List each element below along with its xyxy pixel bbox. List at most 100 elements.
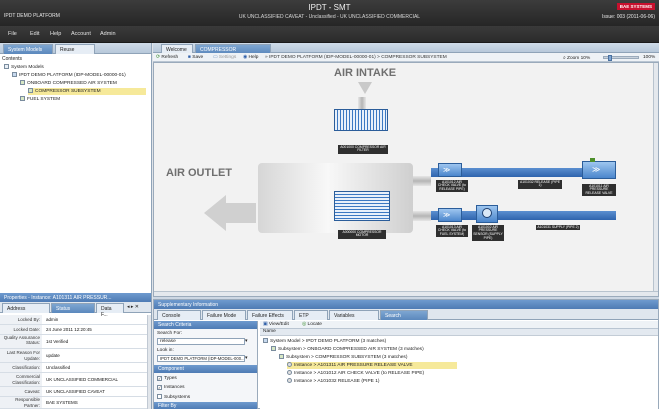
- tab-address[interactable]: Address: [2, 303, 50, 313]
- main-area: Welcome COMPRESSOR SUBSYSTEM ✕ ⟳ Refresh…: [153, 43, 659, 409]
- tab-status[interactable]: Status: [51, 303, 95, 313]
- filter-by-header[interactable]: Filter By: [154, 402, 257, 409]
- diagram-toolbar: ⟳ Refresh ■ Save ▭ Settings ◉ Help » IPD…: [153, 53, 659, 62]
- air-filter-component[interactable]: [334, 109, 388, 131]
- issue-label: Issue: 003 (2011-06-06): [602, 14, 655, 20]
- caveat-banner: UK UNCLASSIFIED CAVEAT - Unclassified - …: [238, 14, 421, 20]
- tree-item-system-models[interactable]: System Models: [4, 64, 44, 71]
- view-edit-button[interactable]: ▣ View/Edit: [263, 322, 289, 327]
- search-input[interactable]: release: [157, 338, 245, 345]
- result-row[interactable]: Instance > A101012 AIR CHECK VALVE (to R…: [287, 370, 424, 377]
- zoom-control[interactable]: ⌕ Zoom 10%: [563, 55, 590, 61]
- search-results-pane: ▣ View/Edit ◎ Locate Name System Model >…: [260, 321, 658, 409]
- tab-data[interactable]: Data F...: [96, 303, 124, 318]
- subsystem-icon: [271, 346, 276, 351]
- search-dropdown-icon[interactable]: ▾: [245, 338, 248, 344]
- result-row[interactable]: Subsystem > COMPRESSOR SUBSYSTEM (3 matc…: [279, 354, 407, 361]
- look-in-select[interactable]: IPDT DEMO PLATFORM (IDP-MODEL-000...: [157, 355, 245, 362]
- supplementary-tabs: Console Failure Mode Failure Effects ETP…: [154, 309, 658, 320]
- settings-button[interactable]: ▭ Settings: [213, 55, 236, 60]
- menu-help[interactable]: Help: [50, 31, 61, 37]
- check-valve-fuel[interactable]: ≫: [438, 208, 462, 222]
- zoom-icon: ⌕: [563, 56, 566, 61]
- checkbox-checked-icon: ✓: [157, 385, 162, 390]
- subsystem-icon: [279, 354, 284, 359]
- results-toolbar: ▣ View/Edit ◎ Locate: [260, 321, 658, 329]
- prop-row-commercial: Commercial Classification: UK UNCLASSIFIE…: [0, 373, 148, 387]
- pressure-release-valve-label[interactable]: A101011 AIR PRESSURE RELEASE VALVE: [582, 184, 616, 197]
- result-row[interactable]: Instance > A101032 RELEASE (PIPE 1): [287, 378, 379, 385]
- result-row-selected[interactable]: Instance > A101311 AIR PRESSURE RELEASE …: [287, 362, 457, 369]
- motor-label[interactable]: A000000 COMPRESSOR MOTOR: [338, 230, 386, 239]
- release-pipe-label[interactable]: A101032 RELEASE (PIPE 1): [518, 180, 562, 189]
- check-valve-release[interactable]: ≫: [438, 163, 462, 177]
- settings-icon: ▭: [213, 55, 218, 60]
- brand-logo: BAE SYSTEMS: [616, 3, 655, 10]
- refresh-button[interactable]: ⟳ Refresh: [156, 55, 178, 60]
- left-panel: System Models Reuse Contents System Mode…: [0, 43, 152, 409]
- tab-reuse[interactable]: Reuse: [55, 44, 95, 54]
- tree-item-compressed-air[interactable]: ONBOARD COMPRESSED AIR SYSTEM: [20, 80, 117, 87]
- types-checkbox[interactable]: ✓ Types: [157, 376, 177, 381]
- tab-system-models[interactable]: System Models: [3, 44, 53, 54]
- app-name: IPDT - SMT: [308, 3, 351, 12]
- look-in-dropdown-icon[interactable]: ▾: [245, 355, 248, 361]
- results-column-header[interactable]: Name: [260, 329, 658, 336]
- pressure-sensor[interactable]: [476, 205, 498, 223]
- look-in-label: Look in:: [157, 348, 174, 353]
- subsystems-checkbox[interactable]: Subsystems: [157, 394, 190, 400]
- save-button[interactable]: ■ Save: [188, 55, 203, 60]
- outlet-arrow-shaft: [226, 203, 256, 223]
- search-criteria-pane: Search Criteria Search For: release ▾ Lo…: [154, 321, 258, 409]
- zoom-slider-thumb[interactable]: [608, 55, 612, 61]
- tree-item-platform[interactable]: IPDT DEMO PLATFORM (IDP-MODEL-00000-01): [12, 72, 126, 79]
- diagram-vertical-scrollbar[interactable]: [653, 63, 658, 296]
- menu-bar: File Edit Help Account Admin: [0, 26, 659, 43]
- system-diagram[interactable]: AIR INTAKE AIR OUTLET A001000 COMPRESSOR…: [153, 62, 659, 297]
- air-filter-label[interactable]: A001000 COMPRESSOR AIR FILTER: [338, 145, 388, 154]
- help-button[interactable]: ◉ Help: [243, 55, 258, 60]
- intake-arrow-icon: [358, 82, 372, 94]
- menu-admin[interactable]: Admin: [100, 31, 116, 37]
- diagram-horizontal-scrollbar[interactable]: [154, 291, 658, 296]
- result-row[interactable]: Subsystem > ONBOARD COMPRESSED AIR SYSTE…: [271, 346, 424, 353]
- tab-scroll-arrows[interactable]: ◂ ▸ ✕: [127, 304, 139, 310]
- valve-indicator-icon: [590, 158, 595, 162]
- properties-header[interactable]: Properties - Instance: A101311 AIR PRESS…: [0, 293, 151, 302]
- prop-row-caveat: Caveat: UK UNCLASSIFIED CAVEAT: [0, 387, 148, 397]
- check-valve-fuel-label[interactable]: A101013 AIR CHECK VALVE (to FUEL SYSTEM): [436, 225, 468, 238]
- component-header[interactable]: Component: [154, 365, 257, 373]
- supply-pipe-label[interactable]: A101031 SUPPLY (PIPE 2): [536, 225, 580, 230]
- prop-row-last-reason: Last Reason For Update: update: [0, 349, 148, 363]
- tab-failure-mode[interactable]: Failure Mode: [202, 310, 246, 320]
- zoom-slider[interactable]: [603, 55, 639, 61]
- instance-icon: [287, 362, 292, 367]
- pressure-sensor-label[interactable]: A101002 AIR PRESSURE SENSOR (SUPPLY PIPE…: [472, 225, 504, 242]
- release-pipe-stub: [413, 176, 431, 186]
- menu-account[interactable]: Account: [71, 31, 91, 37]
- subsystem-icon: [28, 88, 33, 93]
- menu-edit[interactable]: Edit: [30, 31, 39, 37]
- compressor-motor-component[interactable]: [334, 191, 390, 221]
- tab-failure-effects[interactable]: Failure Effects: [247, 310, 293, 320]
- pressure-release-valve[interactable]: ≫: [582, 161, 616, 179]
- prop-row-responsible: Responsible Partner: BAE SYSTEMS: [0, 397, 148, 409]
- properties-scrollbar[interactable]: [147, 315, 151, 409]
- locate-button[interactable]: ◎ Locate: [302, 322, 322, 327]
- check-valve-release-label[interactable]: A101012 AIR CHECK VALVE (to RELEASE PIPE…: [436, 180, 468, 193]
- result-row[interactable]: System Model > IPDT DEMO PLATFORM (3 mat…: [263, 338, 386, 345]
- document-tabs: Welcome COMPRESSOR SUBSYSTEM ✕: [153, 43, 659, 59]
- menu-file[interactable]: File: [8, 31, 17, 37]
- tab-console[interactable]: Console: [157, 310, 201, 320]
- search-criteria-header[interactable]: Search Criteria: [154, 321, 257, 329]
- supplementary-header[interactable]: Supplementary Information: [154, 300, 658, 309]
- tab-etp[interactable]: ETP: [294, 310, 328, 320]
- checkbox-checked-icon: ✓: [157, 376, 162, 381]
- chevron-right-icon: ≫: [443, 212, 451, 219]
- tab-search[interactable]: Search: [380, 310, 428, 320]
- instances-checkbox[interactable]: ✓ Instances: [157, 385, 185, 390]
- search-for-label: Search For:: [157, 331, 183, 336]
- tree-item-compressor-subsystem[interactable]: COMPRESSOR SUBSYSTEM: [28, 88, 146, 95]
- tree-item-fuel-system[interactable]: FUEL SYSTEM: [20, 96, 60, 103]
- tab-variables[interactable]: Variables: [329, 310, 379, 320]
